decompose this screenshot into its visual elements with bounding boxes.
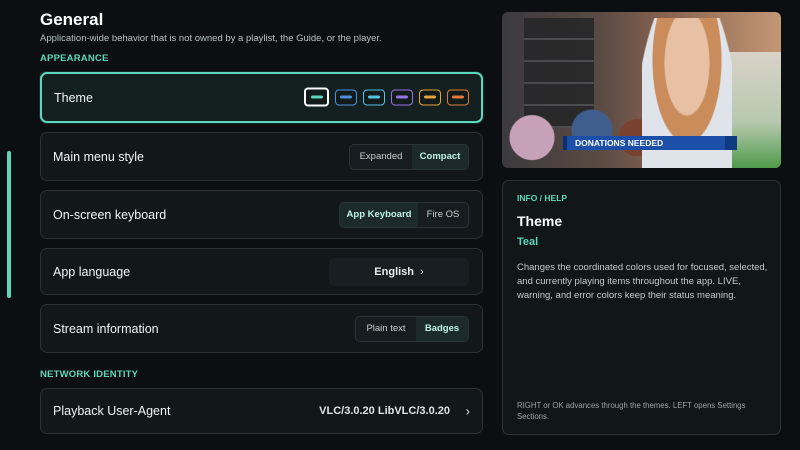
setting-row-onscreen-keyboard[interactable]: On-screen keyboard App Keyboard Fire OS — [40, 190, 483, 239]
theme-swatch-teal[interactable] — [304, 87, 329, 106]
setting-label-theme: Theme — [54, 90, 93, 105]
page-subtitle: Application-wide behavior that is not ow… — [40, 33, 382, 44]
playback-user-agent-value: VLC/3.0.20 LibVLC/3.0.20 — [319, 405, 450, 417]
setting-label-app-language: App language — [53, 264, 131, 279]
setting-row-stream-information[interactable]: Stream information Plain text Badges — [40, 304, 483, 353]
theme-swatch-group — [304, 87, 469, 106]
option-badges[interactable]: Badges — [416, 316, 468, 341]
setting-row-app-language[interactable]: App language English › — [40, 248, 483, 295]
stream-information-toggle: Plain text Badges — [355, 315, 469, 342]
main-menu-style-toggle: Expanded Compact — [349, 143, 469, 170]
chevron-right-icon: › — [420, 265, 424, 278]
video-chyron: DONATIONS NEEDED — [563, 136, 725, 150]
setting-label-stream-information: Stream information — [53, 321, 159, 336]
setting-row-theme[interactable]: Theme — [40, 72, 483, 123]
theme-swatch-purple[interactable] — [391, 89, 413, 105]
video-chyron-stub — [725, 136, 737, 150]
theme-swatch-amber[interactable] — [419, 89, 441, 105]
section-heading-appearance: APPEARANCE — [40, 53, 109, 64]
help-panel: INFO / HELP Theme Teal Changes the coord… — [502, 180, 781, 435]
help-title: Theme — [517, 213, 563, 229]
help-kicker: INFO / HELP — [517, 193, 568, 203]
setting-label-playback-user-agent: Playback User-Agent — [53, 404, 171, 418]
setting-row-playback-user-agent[interactable]: Playback User-Agent VLC/3.0.20 LibVLC/3.… — [40, 388, 483, 434]
page-title: General — [40, 10, 104, 29]
scroll-indicator — [7, 151, 11, 298]
setting-label-main-menu-style: Main menu style — [53, 149, 145, 164]
option-expanded[interactable]: Expanded — [350, 145, 412, 169]
help-current-value: Teal — [517, 236, 539, 248]
video-preview: DONATIONS NEEDED — [502, 12, 781, 168]
setting-row-main-menu-style[interactable]: Main menu style Expanded Compact — [40, 132, 483, 181]
onscreen-keyboard-toggle: App Keyboard Fire OS — [339, 201, 469, 228]
theme-swatch-blue[interactable] — [335, 89, 357, 105]
option-fire-os[interactable]: Fire OS — [418, 203, 468, 227]
theme-swatch-cyan[interactable] — [363, 89, 385, 105]
app-language-value: English — [374, 265, 415, 278]
option-app-keyboard[interactable]: App Keyboard — [340, 202, 418, 227]
help-footer-hint: RIGHT or OK advances through the themes.… — [517, 401, 746, 421]
theme-swatch-orange[interactable] — [447, 89, 469, 105]
option-plain-text[interactable]: Plain text — [356, 317, 416, 341]
option-compact[interactable]: Compact — [412, 144, 468, 169]
setting-label-onscreen-keyboard: On-screen keyboard — [53, 207, 167, 222]
app-language-selector[interactable]: English › — [329, 257, 469, 286]
section-heading-network-identity: NETWORK IDENTITY — [40, 369, 139, 380]
help-description: Changes the coordinated colors used for … — [517, 262, 768, 301]
video-frame-bags — [502, 92, 652, 168]
chevron-right-icon: › — [465, 403, 470, 419]
